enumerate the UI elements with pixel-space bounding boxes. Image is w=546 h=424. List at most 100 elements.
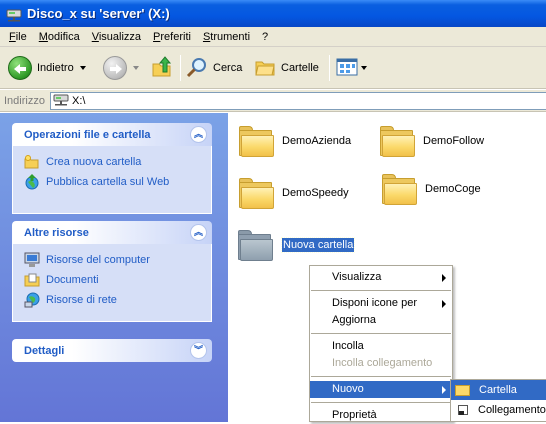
file-ops-panel: Operazioni file e cartella ︽ Crea nuova … [12, 123, 212, 214]
panel-body: Crea nuova cartella Pubblica cartella su… [12, 146, 212, 214]
other-resources-panel: Altre risorse ︽ Risorse del computer Doc… [12, 221, 212, 322]
menu-file[interactable]: File [3, 28, 33, 46]
submenu-item-label: Cartella [479, 384, 517, 396]
menu-separator [311, 333, 451, 334]
documents-link[interactable]: Documenti [24, 270, 211, 290]
folders-icon [254, 56, 276, 81]
menu-separator [311, 290, 451, 291]
views-button[interactable] [336, 55, 367, 81]
folder-item[interactable]: DemoSpeedy [238, 176, 349, 210]
menu-visualizza[interactable]: Visualizza [86, 28, 147, 46]
back-label: Indietro [37, 62, 74, 74]
submenu-item-cartella[interactable]: Cartella [451, 380, 546, 400]
dropdown-arrow-icon[interactable] [361, 66, 367, 70]
context-menu: Visualizza Disponi icone per Aggiorna In… [309, 265, 453, 422]
collapse-chevron-icon[interactable]: ︽ [190, 126, 207, 143]
menu-separator [311, 376, 451, 377]
menu-item-incolla[interactable]: Incolla [310, 338, 452, 355]
menu-bar: File Modifica Visualizza Preferiti Strum… [0, 27, 546, 47]
folders-button[interactable]: Cartelle [254, 55, 319, 81]
documents-folder-icon [24, 272, 40, 288]
menu-item-label: Incolla [332, 340, 364, 352]
folder-icon [455, 383, 471, 397]
submenu-arrow-icon [442, 274, 446, 282]
menu-modifica[interactable]: Modifica [33, 28, 86, 46]
address-value: X:\ [72, 95, 86, 107]
menu-preferiti[interactable]: Preferiti [147, 28, 197, 46]
search-button[interactable]: Cerca [186, 55, 242, 81]
folder-icon [381, 172, 417, 206]
folder-label: Nuova cartella [280, 237, 356, 253]
panel-header[interactable]: Dettagli ︾ [12, 339, 212, 362]
menu-strumenti[interactable]: Strumenti [197, 28, 256, 46]
menu-item-proprieta[interactable]: Proprietà [310, 407, 452, 424]
expand-chevron-icon[interactable]: ︾ [190, 342, 207, 359]
link-label: Documenti [46, 274, 99, 286]
folders-label: Cartelle [281, 62, 319, 74]
collapse-chevron-icon[interactable]: ︽ [190, 224, 207, 241]
link-label: Pubblica cartella sul Web [46, 176, 170, 188]
back-arrow-icon [8, 56, 32, 80]
folder-label: DemoCoge [425, 183, 481, 195]
dropdown-arrow-icon[interactable] [79, 66, 86, 70]
computer-icon [24, 252, 40, 268]
network-globe-icon [24, 292, 40, 308]
menu-item-incolla-collegamento: Incolla collegamento [310, 355, 452, 372]
menu-item-disponi[interactable]: Disponi icone per [310, 295, 452, 312]
submenu-arrow-icon [442, 300, 446, 308]
folder-label: DemoFollow [423, 135, 485, 147]
menu-item-nuovo[interactable]: Nuovo [310, 381, 452, 398]
dropdown-arrow-icon[interactable] [133, 66, 139, 70]
address-field[interactable]: X:\ [50, 92, 546, 110]
panel-header[interactable]: Operazioni file e cartella ︽ [12, 123, 212, 146]
panel-header[interactable]: Altre risorse ︽ [12, 221, 212, 244]
folder-icon [379, 124, 415, 158]
network-drive-icon [6, 6, 22, 22]
new-folder-icon [24, 154, 40, 170]
panel-title: Altre risorse [24, 226, 89, 239]
menu-separator [311, 402, 451, 403]
folder-label: DemoAzienda [282, 135, 352, 147]
back-button[interactable]: Indietro [8, 55, 86, 81]
folder-item[interactable]: DemoCoge [381, 172, 481, 206]
globe-publish-icon [24, 174, 40, 190]
address-bar: Indirizzo X:\ [0, 90, 546, 112]
toolbar-separator [329, 55, 330, 81]
submenu-item-collegamento[interactable]: Collegamento [451, 400, 546, 420]
folder-item-selected[interactable]: Nuova cartella [237, 228, 356, 262]
folder-item[interactable]: DemoFollow [379, 124, 484, 158]
folder-icon [238, 176, 274, 210]
menu-item-label: Nuovo [332, 383, 364, 395]
up-folder-button[interactable] [150, 55, 174, 81]
address-label: Indirizzo [4, 94, 45, 107]
toolbar-separator [180, 55, 181, 81]
forward-button[interactable] [103, 55, 139, 81]
submenu-arrow-icon [442, 386, 446, 394]
folder-icon [237, 228, 273, 262]
new-folder-link[interactable]: Crea nuova cartella [24, 152, 211, 172]
link-label: Risorse del computer [46, 254, 150, 266]
network-drive-icon [53, 93, 69, 110]
publish-web-link[interactable]: Pubblica cartella sul Web [24, 172, 211, 192]
menu-item-aggiorna[interactable]: Aggiorna [310, 312, 452, 329]
forward-arrow-icon [103, 56, 127, 80]
shortcut-icon [458, 405, 468, 415]
toolbar: Indietro Cerca Cartelle [0, 47, 546, 89]
folder-item[interactable]: DemoAzienda [238, 124, 351, 158]
link-label: Crea nuova cartella [46, 156, 142, 168]
menu-item-visualizza[interactable]: Visualizza [310, 269, 452, 286]
menu-item-label: Proprietà [332, 409, 377, 421]
title-bar[interactable]: Disco_x su 'server' (X:) [0, 0, 546, 27]
submenu-item-label: Collegamento [478, 404, 546, 416]
menu-item-label: Aggiorna [332, 314, 377, 326]
panel-title: Operazioni file e cartella [24, 128, 151, 141]
folder-label: DemoSpeedy [282, 187, 349, 199]
network-places-link[interactable]: Risorse di rete [24, 290, 211, 310]
my-computer-link[interactable]: Risorse del computer [24, 250, 211, 270]
window-title: Disco_x su 'server' (X:) [27, 6, 170, 21]
link-label: Risorse di rete [46, 294, 117, 306]
folder-icon [238, 124, 274, 158]
task-pane: Operazioni file e cartella ︽ Crea nuova … [0, 113, 228, 422]
menu-help[interactable]: ? [256, 28, 274, 46]
details-panel: Dettagli ︾ [12, 339, 212, 362]
